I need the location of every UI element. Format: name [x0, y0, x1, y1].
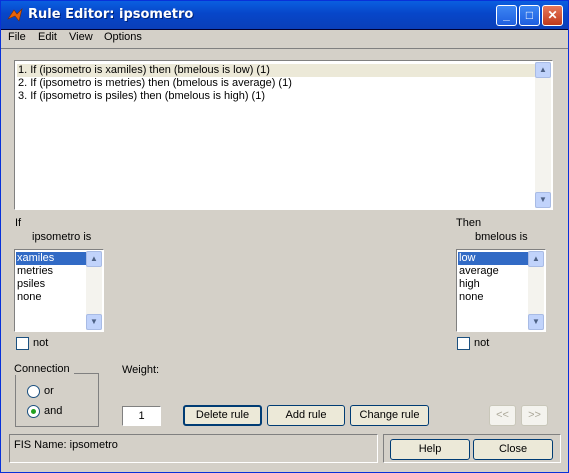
rule-item[interactable]: 1. If (ipsometro is xamiles) then (bmelo…	[17, 64, 536, 77]
input-mf-option[interactable]: psiles	[16, 278, 88, 291]
maximize-icon: □	[525, 8, 534, 22]
scroll-up-icon[interactable]: ▲	[86, 251, 102, 267]
scroll-up-icon[interactable]: ▲	[528, 251, 544, 267]
delete-rule-button[interactable]: Delete rule	[183, 405, 262, 426]
then-label: Then	[456, 217, 482, 229]
if-label: If	[15, 217, 22, 229]
next-rule-button[interactable]: >>	[521, 405, 548, 426]
output-variable-label: bmelous is	[475, 231, 528, 243]
scroll-up-icon[interactable]: ▲	[535, 62, 551, 78]
maximize-button[interactable]: □	[519, 5, 540, 26]
window-title: Rule Editor: ipsometro	[28, 7, 194, 22]
or-label: or	[44, 385, 54, 397]
title-bar[interactable]: Rule Editor: ipsometro _ □ ✕	[1, 1, 568, 30]
connection-title: Connection	[10, 363, 74, 375]
input-mf-listbox[interactable]: xamiles metries psiles none ▲ ▼	[14, 249, 104, 332]
output-not-checkbox[interactable]	[457, 337, 470, 350]
scroll-down-icon[interactable]: ▼	[535, 192, 551, 208]
help-button[interactable]: Help	[390, 439, 470, 460]
weight-label: Weight:	[122, 364, 160, 376]
output-not-label: not	[474, 337, 490, 349]
add-rule-button[interactable]: Add rule	[267, 405, 345, 426]
menu-bar: File Edit View Options	[1, 30, 568, 47]
minimize-icon: _	[503, 8, 510, 22]
fis-name-text: FIS Name: ipsometro	[14, 439, 118, 451]
previous-rule-button[interactable]: <<	[489, 405, 516, 426]
menu-edit[interactable]: Edit	[38, 31, 57, 43]
rules-scrollbar[interactable]: ▲ ▼	[535, 62, 551, 208]
close-button[interactable]: Close	[473, 439, 553, 460]
matlab-logo-icon	[7, 8, 23, 22]
input-mf-option[interactable]: xamiles	[16, 252, 88, 265]
menu-options[interactable]: Options	[104, 31, 142, 43]
weight-input[interactable]: 1	[122, 406, 161, 426]
connection-group	[15, 373, 99, 427]
output-mf-option[interactable]: average	[458, 265, 530, 278]
change-rule-button[interactable]: Change rule	[350, 405, 429, 426]
rule-item[interactable]: 2. If (ipsometro is metries) then (bmelo…	[17, 77, 536, 90]
output-scrollbar[interactable]: ▲ ▼	[528, 251, 544, 330]
status-bar: FIS Name: ipsometro	[9, 434, 378, 463]
input-mf-option[interactable]: none	[16, 291, 88, 304]
input-variable-label: ipsometro is	[32, 231, 92, 243]
or-radio[interactable]	[27, 385, 40, 398]
radio-selected-icon	[31, 409, 36, 414]
input-scrollbar[interactable]: ▲ ▼	[86, 251, 102, 330]
and-radio[interactable]	[27, 405, 40, 418]
input-mf-option[interactable]: metries	[16, 265, 88, 278]
menu-file[interactable]: File	[8, 31, 26, 43]
menu-divider	[1, 48, 568, 49]
close-icon: ✕	[547, 8, 558, 22]
minimize-button[interactable]: _	[496, 5, 517, 26]
scroll-down-icon[interactable]: ▼	[86, 314, 102, 330]
scroll-down-icon[interactable]: ▼	[528, 314, 544, 330]
output-mf-option[interactable]: high	[458, 278, 530, 291]
output-mf-option[interactable]: none	[458, 291, 530, 304]
rule-editor-window: Rule Editor: ipsometro _ □ ✕ File Edit V…	[0, 0, 569, 473]
menu-view[interactable]: View	[69, 31, 93, 43]
rules-listbox[interactable]: 1. If (ipsometro is xamiles) then (bmelo…	[14, 60, 553, 210]
and-label: and	[44, 405, 63, 417]
output-mf-option[interactable]: low	[458, 252, 530, 265]
output-mf-listbox[interactable]: low average high none ▲ ▼	[456, 249, 546, 332]
close-window-button[interactable]: ✕	[542, 5, 563, 26]
input-not-checkbox[interactable]	[16, 337, 29, 350]
rule-item[interactable]: 3. If (ipsometro is psiles) then (bmelou…	[17, 90, 536, 103]
input-not-label: not	[33, 337, 49, 349]
